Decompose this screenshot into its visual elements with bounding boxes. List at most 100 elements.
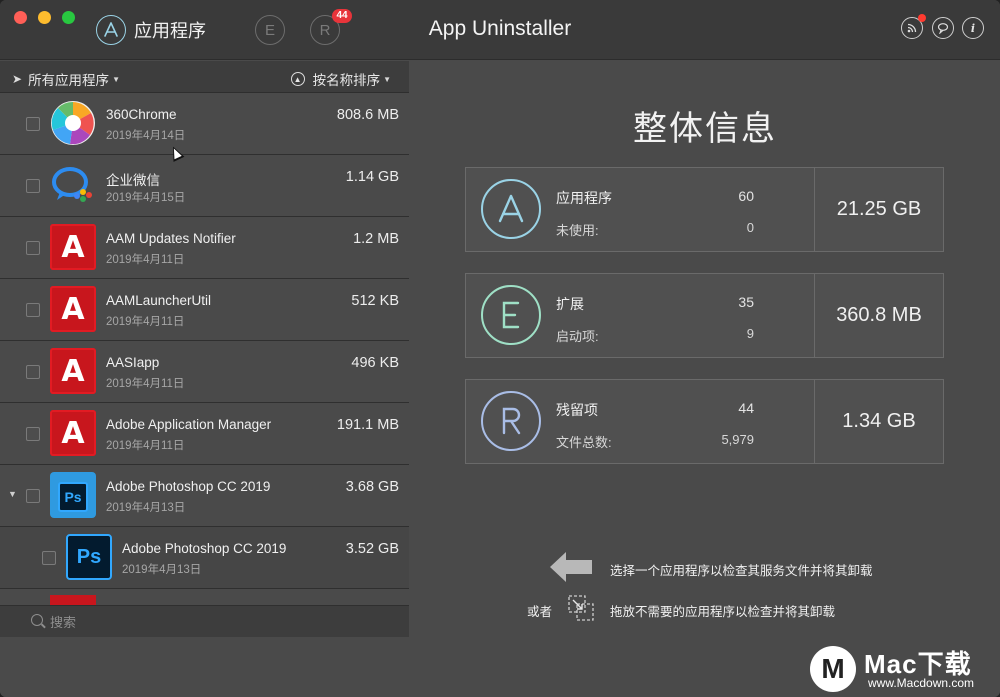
list-item[interactable]: A AASIapp 2019年4月11日 496 KB [0, 341, 409, 403]
drag-drop-hint: 拖放不需要的应用程序以检查并将其卸载 [610, 605, 836, 619]
adobe-icon: A [50, 224, 96, 270]
row-checkbox[interactable] [26, 179, 40, 193]
list-item[interactable]: A AAM Updates Notifier 2019年4月11日 1.2 MB [0, 217, 409, 279]
app-date: 2019年4月11日 [106, 378, 185, 390]
tab-extensions[interactable]: E [255, 14, 285, 46]
app-size: 191.1 MB [336, 417, 399, 433]
app-name: AAMLauncherUtil [106, 293, 212, 308]
app-date: 2019年4月11日 [106, 254, 185, 266]
tab-applications-label: 应用程序 [134, 21, 206, 41]
list-toolbar: ➤ 所有应用程序 ▼ ▲ 按名称排序 ▼ [0, 61, 409, 93]
card-subcount: 9 [746, 326, 754, 341]
app-size: 1.2 MB [353, 231, 399, 247]
app-size: 496 KB [351, 355, 399, 371]
photoshop-icon: Ps [58, 482, 88, 512]
close-window-button[interactable] [14, 11, 27, 24]
row-checkbox[interactable] [26, 365, 40, 379]
row-checkbox[interactable] [26, 241, 40, 255]
card-count: 44 [738, 400, 754, 416]
list-item[interactable]: 企业微信 2019年4月15日 1.14 GB [0, 155, 409, 217]
notification-dot [918, 14, 926, 22]
app-size: 512 KB [351, 293, 399, 309]
app-window: 应用程序 E R 44 App Uninstaller i ➤ 所有应用程序 ▼ [0, 0, 1000, 697]
or-label: 或者 [527, 605, 553, 619]
application-list: 360Chrome 2019年4月14日 808.6 MB 企业微信 2019年… [0, 93, 409, 605]
overview-pane: 整体信息 应用程序 60 未使用: 0 21.25 GB 扩展 35 启动项: … [410, 61, 1000, 637]
app-date: 2019年4月13日 [106, 502, 186, 514]
card-label: 残留项 [556, 402, 598, 418]
chevron-down-icon: ▼ [112, 74, 120, 84]
app-store-icon [481, 179, 541, 239]
filter-label: 所有应用程序 [28, 73, 110, 88]
arrow-left-icon [550, 552, 592, 582]
row-checkbox[interactable] [26, 117, 40, 131]
card-label: 应用程序 [556, 190, 612, 206]
info-button[interactable]: i [962, 17, 984, 39]
maximize-window-button[interactable] [62, 11, 75, 24]
app-date: 2019年4月11日 [106, 316, 185, 328]
filter-dropdown[interactable]: ➤ 所有应用程序 ▼ [12, 69, 120, 89]
app-size: 808.6 MB [336, 107, 399, 123]
sort-dropdown[interactable]: ▲ 按名称排序 ▼ [290, 69, 391, 89]
application-list-pane: ➤ 所有应用程序 ▼ ▲ 按名称排序 ▼ 360Chrome 2019年4月14… [0, 61, 409, 637]
tab-remains[interactable]: R 44 [310, 9, 352, 46]
sort-label: 按名称排序 [312, 73, 381, 88]
row-checkbox[interactable] [26, 427, 40, 441]
row-checkbox[interactable] [42, 551, 56, 565]
app-name: Adobe Photoshop CC 2019 [106, 479, 271, 494]
adobe-icon: A [50, 410, 96, 456]
card-sublabel: 启动项: [556, 329, 599, 344]
card-subcount: 5,979 [721, 432, 754, 447]
remains-count-badge: 44 [332, 9, 352, 23]
search-bar [0, 605, 409, 637]
applications-summary-card: 应用程序 60 未使用: 0 21.25 GB [465, 167, 944, 252]
row-checkbox[interactable] [26, 303, 40, 317]
extensions-summary-card: 扩展 35 启动项: 9 360.8 MB [465, 273, 944, 358]
remains-summary-card: 残留项 44 文件总数: 5,979 1.34 GB [465, 379, 944, 464]
list-item[interactable]: Ps Adobe Photoshop CC 2019 2019年4月13日 3.… [0, 527, 409, 589]
photoshop-folder-icon: Ps [50, 472, 96, 518]
minimize-window-button[interactable] [38, 11, 51, 24]
card-total-size: 21.25 GB [836, 198, 922, 220]
info-icon: i [970, 21, 976, 35]
news-feed-button[interactable] [901, 14, 926, 39]
list-item[interactable] [0, 589, 409, 605]
extensions-e-icon [481, 285, 541, 345]
row-checkbox[interactable] [26, 489, 40, 503]
sort-up-icon: ▲ [290, 72, 305, 86]
list-item[interactable]: ▼ Ps Adobe Photoshop CC 2019 2019年4月13日 … [0, 465, 409, 527]
card-sublabel: 文件总数: [556, 435, 612, 450]
location-arrow-icon: ➤ [12, 72, 23, 86]
tab-applications[interactable]: 应用程序 [96, 14, 206, 46]
adobe-icon [50, 595, 96, 605]
app-name: AASIapp [106, 355, 160, 370]
card-count: 60 [738, 188, 754, 204]
search-input[interactable] [50, 612, 390, 632]
app-size: 3.52 GB [345, 541, 399, 557]
drag-drop-icon [568, 595, 594, 621]
360chrome-icon [50, 100, 96, 146]
chat-bubble-icon [937, 23, 949, 34]
app-date: 2019年4月14日 [106, 130, 186, 142]
adobe-icon: A [50, 286, 96, 332]
app-name: Adobe Application Manager [106, 417, 272, 432]
remains-r-icon [481, 391, 541, 451]
extensions-e-icon: E [255, 15, 285, 45]
search-icon [31, 614, 43, 626]
card-count: 35 [738, 294, 754, 310]
app-size: 3.68 GB [345, 479, 399, 495]
app-name: 企业微信 [106, 173, 160, 188]
app-name: 360Chrome [106, 107, 177, 122]
title-bar: 应用程序 E R 44 App Uninstaller i [0, 0, 1000, 60]
list-item[interactable]: 360Chrome 2019年4月14日 808.6 MB [0, 93, 409, 155]
adobe-icon: A [50, 348, 96, 394]
disclosure-triangle-icon[interactable]: ▼ [8, 489, 17, 499]
app-date: 2019年4月15日 [106, 192, 186, 204]
chevron-down-icon: ▼ [383, 74, 391, 84]
card-total-size: 360.8 MB [836, 304, 922, 326]
list-item[interactable]: A Adobe Application Manager 2019年4月11日 1… [0, 403, 409, 465]
app-size: 1.14 GB [345, 169, 399, 185]
list-item[interactable]: A AAMLauncherUtil 2019年4月11日 512 KB [0, 279, 409, 341]
wecom-icon [50, 162, 96, 208]
feedback-button[interactable] [932, 17, 954, 39]
